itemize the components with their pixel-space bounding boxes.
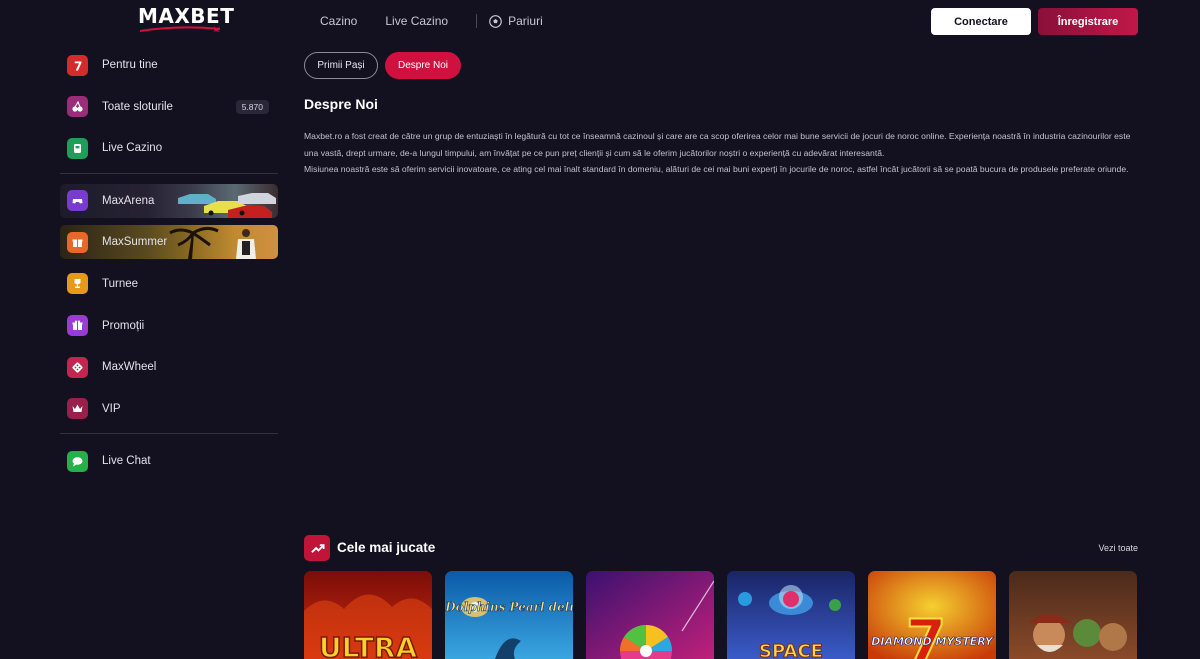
- sidebar-item-label: Toate sloturile: [102, 100, 173, 113]
- top-nav: Cazino Live Cazino Pariuri: [320, 12, 543, 30]
- soccer-ball-icon: [489, 14, 502, 28]
- gift-box-icon: [67, 231, 88, 253]
- login-button[interactable]: Conectare: [931, 8, 1031, 35]
- game-thumbnail-diamond-mystery: 7 DIAMOND MYSTERY: [868, 571, 996, 659]
- about-text: Maxbet.ro a fost creat de către un grup …: [304, 128, 1134, 178]
- sidebar-item-live-cazino[interactable]: Live Cazino: [60, 131, 278, 165]
- seven-icon: 7: [67, 54, 88, 76]
- sidebar-item-maxarena[interactable]: MaxArena: [60, 183, 278, 218]
- controller-icon: [67, 190, 88, 212]
- nav-pariuri-label: Pariuri: [508, 14, 543, 28]
- nav-pariuri[interactable]: Pariuri: [489, 14, 543, 28]
- crown-icon: [67, 398, 88, 420]
- maxarena-cars-banner: [178, 192, 276, 218]
- sidebar-item-label: Turnee: [102, 277, 139, 290]
- sidebar-item-label: VIP: [102, 402, 121, 415]
- nav-cazino[interactable]: Cazino: [320, 12, 357, 30]
- sidebar-item-label: MaxWheel: [102, 361, 157, 374]
- gift-icon: [67, 315, 88, 337]
- most-played-header: Cele mai jucate Vezi toate: [304, 535, 1138, 561]
- sidebar-item-promotii[interactable]: Promoții: [60, 309, 278, 343]
- maxbet-logo[interactable]: MAXBET: [138, 4, 235, 34]
- page-title: Despre Noi: [304, 96, 378, 112]
- sidebar-item-maxsummer[interactable]: MaxSummer: [60, 225, 278, 260]
- game-card[interactable]: [586, 571, 714, 659]
- sidebar-item-label: MaxArena: [102, 194, 155, 207]
- chat-icon: [67, 450, 88, 472]
- sidebar-item-live-chat[interactable]: Live Chat: [60, 444, 278, 478]
- sidebar-item-maxwheel[interactable]: MaxWheel: [60, 350, 278, 384]
- sidebar-item-label: Pentru tine: [102, 59, 158, 71]
- sidebar-divider: [60, 433, 278, 435]
- sidebar-item-label: Promoții: [102, 319, 145, 332]
- game-card[interactable]: 7 DIAMOND MYSTERY: [868, 571, 996, 659]
- maxsummer-beach-banner: [169, 227, 256, 260]
- game-card[interactable]: Dolphins Pearl deluxe: [445, 571, 573, 659]
- svg-text:7: 7: [906, 607, 946, 659]
- dice-icon: [67, 356, 88, 378]
- sidebar-divider: [60, 172, 278, 174]
- section-title: Cele mai jucate: [337, 540, 436, 555]
- sidebar-item-vip[interactable]: VIP: [60, 392, 278, 426]
- trending-up-icon: [304, 535, 330, 561]
- about-paragraph: Maxbet.ro a fost creat de către un grup …: [304, 131, 1131, 158]
- svg-text:7: 7: [74, 59, 82, 72]
- sidebar-item-label: MaxSummer: [102, 236, 168, 249]
- game-art-text: SPACE: [759, 641, 823, 659]
- game-art-text: DIAMOND MYSTERY: [871, 635, 994, 648]
- logo-text: MAXBET: [138, 4, 235, 28]
- game-card[interactable]: [1009, 571, 1137, 659]
- game-card[interactable]: ULTRA: [304, 571, 432, 659]
- game-thumbnail-adventurers: [1009, 571, 1137, 659]
- about-paragraph: Misiunea noastră este să oferim servicii…: [304, 164, 1129, 175]
- game-card[interactable]: SPACE: [727, 571, 855, 659]
- tab-primii-pasi[interactable]: Primii Pași: [304, 52, 378, 79]
- live-card-icon: [67, 137, 88, 159]
- game-thumbnail-space: SPACE: [727, 571, 855, 659]
- nav-separator: [476, 14, 478, 28]
- slot-count-badge: 5.870: [235, 99, 269, 114]
- sidebar-item-turnee[interactable]: Turnee: [60, 267, 278, 301]
- game-thumbnail-ultra: ULTRA: [304, 571, 432, 659]
- game-thumbnail-dolphins-pearl: Dolphins Pearl deluxe: [445, 571, 573, 659]
- tab-despre-noi[interactable]: Despre Noi: [385, 52, 461, 79]
- trophy-icon: [67, 273, 88, 295]
- view-all-link[interactable]: Vezi toate: [1098, 543, 1138, 553]
- sidebar-item-label: Live Chat: [102, 455, 151, 468]
- info-tabs: Primii Pași Despre Noi: [304, 52, 468, 79]
- game-thumbnail-wheel: [586, 571, 714, 659]
- top-header: MAXBET Cazino Live Cazino Pariuri Conect…: [0, 0, 1200, 42]
- game-art-text: ULTRA: [319, 631, 418, 659]
- nav-live-cazino[interactable]: Live Cazino: [385, 12, 448, 30]
- logo-swoosh-icon: [140, 26, 220, 32]
- cherry-icon: [67, 96, 88, 118]
- games-row: ULTRA Dolphins Pearl deluxe: [304, 571, 1138, 659]
- sidebar-item-toate-sloturile[interactable]: Toate sloturile 5.870: [60, 90, 278, 124]
- sidebar-item-label: Live Cazino: [102, 142, 163, 155]
- game-art-text: Dolphins Pearl deluxe: [445, 600, 573, 614]
- register-button[interactable]: Înregistrare: [1038, 8, 1138, 35]
- sidebar: 7 Pentru tine Toate sloturile 5.870 Live…: [60, 48, 278, 486]
- sidebar-item-pentru-tine[interactable]: 7 Pentru tine: [60, 48, 278, 82]
